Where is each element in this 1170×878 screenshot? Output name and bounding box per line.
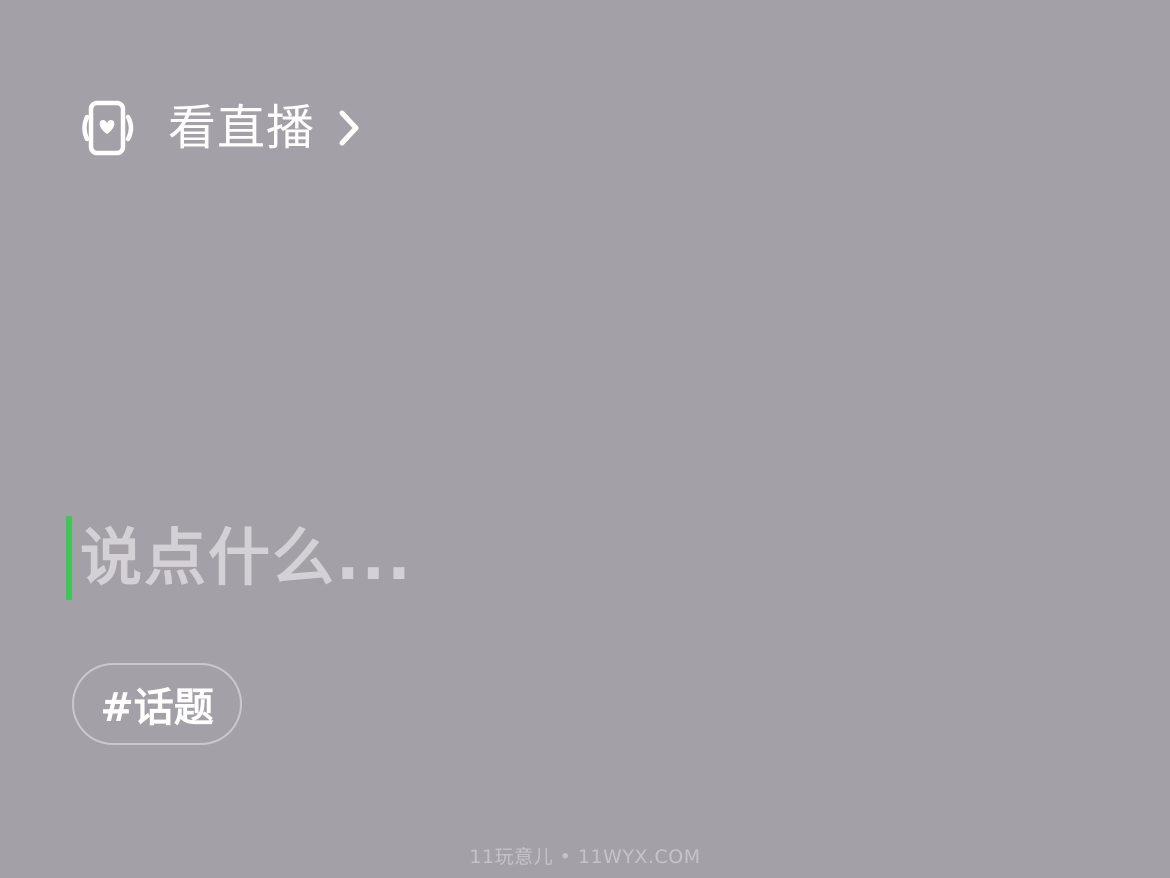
phone-heart-icon (78, 98, 138, 158)
comment-placeholder: 说点什么... (80, 521, 413, 594)
watermark: 11玩意儿 • 11WYX.COM (469, 846, 701, 868)
topic-button[interactable]: #话题 (72, 663, 242, 745)
chevron-right-icon (335, 108, 367, 148)
text-caret (66, 516, 72, 600)
comment-input[interactable]: 说点什么... (66, 516, 1106, 600)
watch-live-link[interactable]: 看直播 (78, 96, 367, 160)
watch-live-label: 看直播 (168, 100, 316, 156)
topic-button-label: #话题 (100, 685, 214, 731)
